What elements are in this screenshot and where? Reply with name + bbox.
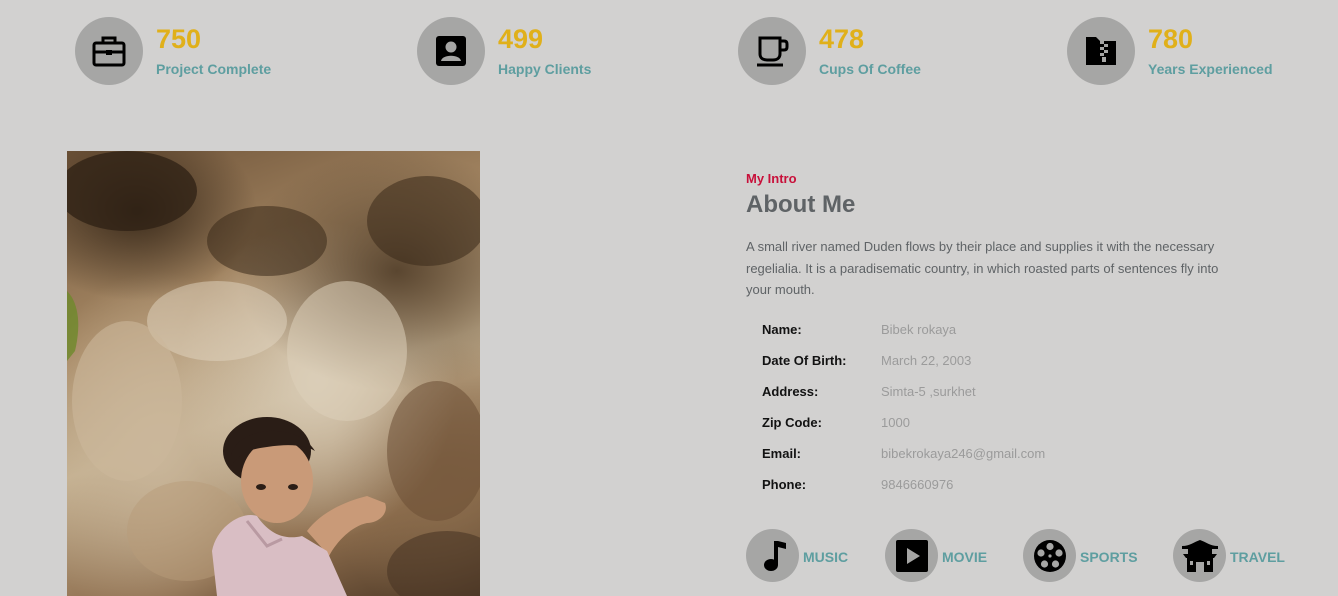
info-value: Bibek rokaya [881, 322, 957, 337]
pagoda-icon [1181, 539, 1218, 572]
hobby-icon-circle [885, 529, 938, 582]
stat-icon-circle [1067, 17, 1135, 85]
stat-icon-circle [417, 17, 485, 85]
info-row-phone: Phone: 9846660976 [762, 477, 1182, 497]
info-value: 1000 [881, 415, 910, 430]
info-value: March 22, 2003 [881, 353, 972, 368]
about-description: A small river named Duden flows by their… [746, 239, 1219, 297]
stat-label: Years Experienced [1148, 61, 1273, 77]
info-row-name: Name: Bibek rokaya [762, 322, 1182, 342]
hobby-icon-circle [746, 529, 799, 582]
stat-number: 499 [498, 24, 544, 54]
film-reel-icon [1033, 539, 1066, 572]
music-note-icon [763, 540, 786, 571]
info-row-email: Email: bibekrokaya246@gmail.com [762, 446, 1182, 466]
hobby-icon-circle [1173, 529, 1226, 582]
about-title: About Me [746, 191, 856, 218]
hobby-icon-circle [1023, 529, 1076, 582]
info-key: Date Of Birth: [762, 353, 847, 368]
contact-card-icon [436, 36, 466, 66]
stat-number: 780 [1148, 24, 1194, 54]
coffee-cup-icon [757, 36, 789, 67]
profile-photo [67, 151, 480, 596]
stat-number: 750 [156, 24, 202, 54]
info-key: Zip Code: [762, 415, 822, 430]
intro-eyebrow: My Intro [746, 171, 797, 186]
stat-icon-circle [738, 17, 806, 85]
play-icon [895, 539, 928, 572]
info-row-address: Address: Simta-5 ,surkhet [762, 384, 1182, 404]
info-row-dob: Date Of Birth: March 22, 2003 [762, 353, 1182, 373]
stat-label: Happy Clients [498, 61, 592, 77]
hobby-label: MUSIC [803, 549, 849, 565]
stat-number: 478 [819, 24, 865, 54]
hobby-label: MOVIE [942, 549, 988, 565]
info-value: Simta-5 ,surkhet [881, 384, 976, 399]
info-key: Email: [762, 446, 802, 461]
info-key: Address: [762, 384, 819, 399]
info-key: Name: [762, 322, 802, 337]
info-row-zip: Zip Code: 1000 [762, 415, 1182, 435]
stat-label: Project Complete [156, 61, 272, 77]
photo-illustration [67, 151, 480, 596]
zip-file-icon [1086, 37, 1116, 65]
stat-icon-circle [75, 17, 143, 85]
info-value-email[interactable]: bibekrokaya246@gmail.com [881, 446, 1045, 461]
briefcase-icon [92, 36, 126, 67]
info-key: Phone: [762, 477, 807, 492]
hobby-label: SPORTS [1080, 549, 1138, 565]
hobby-label: TRAVEL [1230, 549, 1285, 565]
stat-label: Cups Of Coffee [819, 61, 921, 77]
info-value: 9846660976 [881, 477, 954, 492]
